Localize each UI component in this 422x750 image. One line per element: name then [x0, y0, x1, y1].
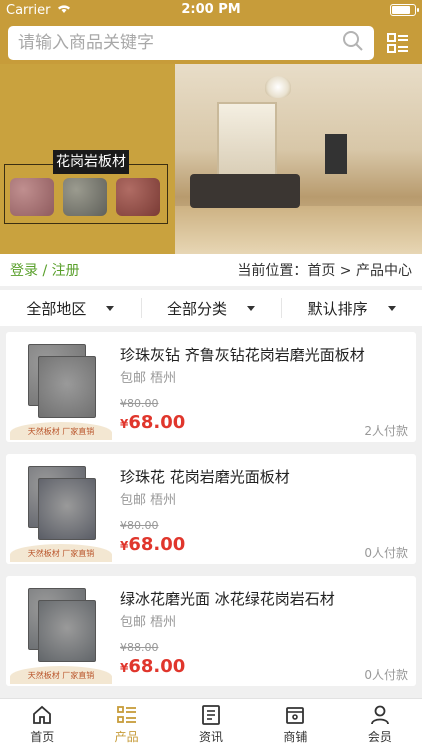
user-icon: [370, 705, 389, 725]
promo-banner[interactable]: 花岗岩板材: [0, 64, 422, 254]
product-meta: 包邮 梧州: [120, 615, 177, 630]
original-price: ¥80.00: [120, 519, 159, 532]
product-thumbnail: 天然板材 厂家直销: [10, 334, 112, 440]
sale-price: ¥68.00: [120, 656, 185, 677]
tab-home[interactable]: 首页: [0, 699, 84, 750]
filter-sort[interactable]: 默认排序: [281, 290, 422, 326]
product-title: 珍珠花 花岗岩磨光面板材: [120, 468, 290, 486]
bottom-tab-bar: 首页 产品 资讯 商铺 会员: [0, 698, 422, 750]
product-tag: 天然板材 厂家直销: [10, 422, 112, 440]
caret-down-icon: [387, 305, 396, 311]
stone-sample-red: [10, 178, 54, 216]
product-card[interactable]: 天然板材 厂家直销 珍珠灰钻 齐鲁灰钻花岗岩磨光面板材 包邮 梧州 ¥80.00…: [6, 332, 416, 442]
banner-sample-title: 花岗岩板材: [53, 150, 129, 174]
stone-tile-image: [38, 478, 96, 540]
original-price: ¥80.00: [120, 397, 159, 410]
status-bar: Carrier 2:00 PM: [0, 0, 422, 20]
product-card[interactable]: 天然板材 厂家直销 珍珠花 花岗岩磨光面板材 包邮 梧州 ¥80.00 ¥68.…: [6, 454, 416, 564]
sale-price: ¥68.00: [120, 534, 185, 555]
stone-tile-image: [38, 600, 96, 662]
filter-category[interactable]: 全部分类: [140, 290, 282, 326]
original-price: ¥88.00: [120, 641, 159, 654]
search-bar[interactable]: [8, 26, 374, 60]
login-link[interactable]: 登录: [10, 263, 38, 279]
product-thumbnail: 天然板材 厂家直销: [10, 456, 112, 562]
paid-count: 2人付款: [364, 424, 408, 438]
product-meta: 包邮 梧州: [120, 493, 177, 508]
caret-down-icon: [247, 305, 256, 311]
price-value: 68.00: [128, 656, 186, 677]
tab-member-label: 会员: [367, 730, 392, 744]
product-card[interactable]: 天然板材 厂家直销 绿冰花磨光面 冰花绿花岗岩石材 包邮 梧州 ¥88.00 ¥…: [6, 576, 416, 686]
paid-count: 0人付款: [364, 546, 408, 560]
tab-member[interactable]: 会员: [338, 699, 422, 750]
product-tag: 天然板材 厂家直销: [10, 666, 112, 684]
caret-down-icon: [106, 305, 115, 311]
stone-sample-grey: [63, 178, 107, 216]
paid-count: 0人付款: [364, 668, 408, 682]
store-icon: [286, 707, 305, 724]
news-icon: [202, 705, 220, 725]
price-value: 68.00: [128, 412, 186, 433]
wifi-icon: [56, 2, 72, 18]
breadcrumb: 当前位置：首页 > 产品中心: [237, 263, 412, 279]
stone-sample-maroon: [116, 178, 160, 216]
filter-category-label: 全部分类: [167, 299, 228, 318]
tab-store[interactable]: 商铺: [253, 699, 337, 750]
sale-price: ¥68.00: [120, 412, 185, 433]
product-title: 绿冰花磨光面 冰花绿花岗岩石材: [120, 590, 335, 608]
product-meta: 包邮 梧州: [120, 371, 177, 386]
product-tag: 天然板材 厂家直销: [10, 544, 112, 562]
tab-home-label: 首页: [30, 730, 55, 744]
filter-bar: 全部地区 全部分类 默认排序: [0, 290, 422, 326]
tab-store-label: 商铺: [283, 730, 308, 744]
battery-icon: [390, 4, 419, 16]
search-input[interactable]: [18, 33, 342, 53]
search-icon[interactable]: [342, 30, 364, 56]
product-title: 珍珠灰钻 齐鲁灰钻花岗岩磨光面板材: [120, 346, 365, 364]
list-icon: [116, 706, 136, 723]
filter-sort-label: 默认排序: [307, 299, 368, 318]
tab-news-label: 资讯: [199, 730, 224, 744]
carrier-label: Carrier: [6, 2, 51, 18]
register-link[interactable]: 注册: [52, 263, 80, 279]
filter-region[interactable]: 全部地区: [0, 290, 141, 326]
auth-separator: /: [42, 263, 48, 279]
app-header: Carrier 2:00 PM: [0, 0, 422, 64]
banner-room-image: [175, 64, 422, 254]
home-icon: [33, 705, 52, 724]
price-value: 68.00: [128, 534, 186, 555]
filter-region-label: 全部地区: [26, 299, 87, 318]
breadcrumb-row: 登录 / 注册 当前位置：首页 > 产品中心: [0, 254, 422, 286]
tab-news[interactable]: 资讯: [169, 699, 253, 750]
stone-tile-image: [38, 356, 96, 418]
tab-products[interactable]: 产品: [84, 699, 168, 750]
tab-products-label: 产品: [114, 730, 139, 744]
product-thumbnail: 天然板材 厂家直销: [10, 578, 112, 684]
category-menu-icon[interactable]: [380, 26, 416, 60]
